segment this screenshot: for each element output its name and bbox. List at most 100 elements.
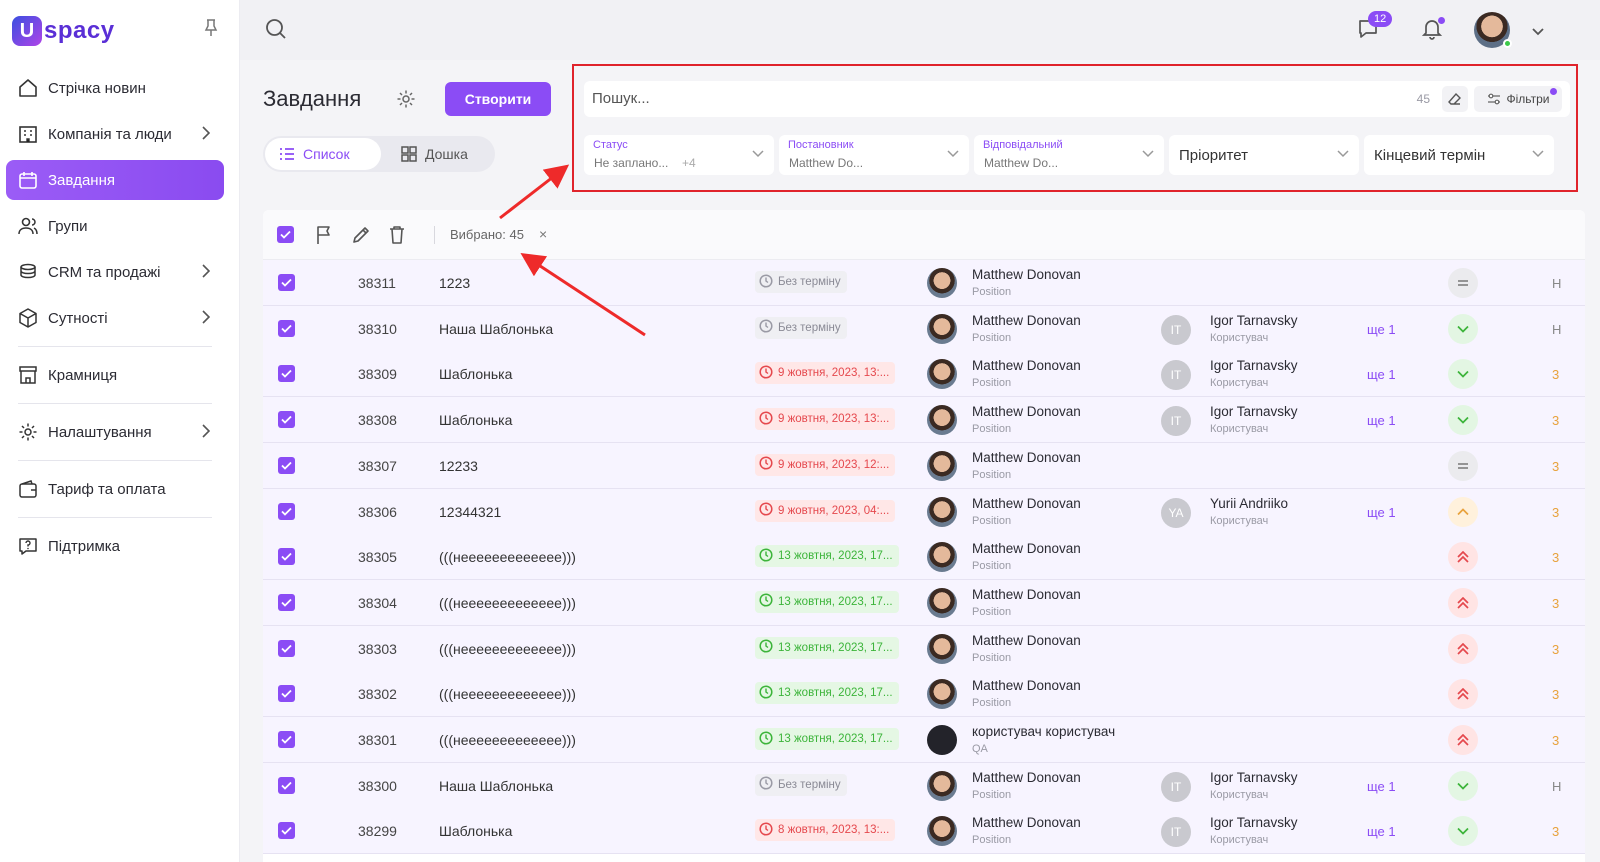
filters-button[interactable]: Фільтри (1474, 86, 1562, 112)
sidebar-item-2[interactable]: Завдання (6, 160, 224, 200)
responsible-name[interactable]: Igor Tarnavsky (1210, 358, 1298, 373)
table-row[interactable]: 38309 Шаблонька 9 жовтня, 2023, 13:... Matt… (263, 351, 1585, 398)
responsible-name[interactable]: Igor Tarnavsky (1210, 815, 1298, 830)
sidebar-item-1[interactable]: Компанія та люди (6, 114, 224, 154)
row-checkbox[interactable] (278, 593, 295, 611)
creator-name[interactable]: Matthew Donovan (972, 633, 1081, 648)
creator-avatar[interactable] (927, 725, 957, 755)
responsible-name[interactable]: Igor Tarnavsky (1210, 404, 1298, 419)
creator-avatar[interactable] (927, 816, 957, 847)
responsible-avatar[interactable]: IT (1161, 771, 1191, 802)
responsible-name[interactable]: Yurii Andriiko (1210, 496, 1288, 511)
row-checkbox[interactable] (278, 822, 295, 840)
table-row[interactable]: 38311 1223 Без терміну Matthew Donovan Posit… (263, 260, 1585, 306)
responsible-avatar[interactable]: YA (1161, 497, 1191, 528)
row-checkbox[interactable] (278, 639, 295, 657)
task-name[interactable]: (((неееееееееееее))) (439, 641, 576, 657)
priority-high-icon[interactable] (1448, 679, 1478, 710)
task-name[interactable]: Шаблонька (439, 823, 512, 839)
creator-name[interactable]: Matthew Donovan (972, 541, 1081, 556)
row-checkbox[interactable] (278, 411, 295, 429)
creator-avatar[interactable] (927, 405, 957, 436)
creator-filter[interactable]: Постановник Matthew Do... (779, 135, 969, 175)
creator-name[interactable]: Matthew Donovan (972, 496, 1081, 511)
task-name[interactable]: Шаблонька (439, 366, 512, 382)
priority-low-icon[interactable] (1448, 359, 1478, 390)
sidebar-item-8[interactable]: Тариф та оплата (6, 469, 224, 509)
more-responsible-link[interactable]: ще 1 (1367, 824, 1396, 839)
status-filter[interactable]: Статус Не заплано... +4 (584, 135, 774, 175)
row-checkbox[interactable] (278, 776, 295, 794)
table-row[interactable]: 38306 12344321 9 жовтня, 2023, 04:... Matth… (263, 488, 1585, 535)
settings-gear-icon[interactable] (396, 89, 416, 114)
task-name[interactable]: 12344321 (439, 504, 501, 520)
more-responsible-link[interactable]: ще 1 (1367, 779, 1396, 794)
table-row[interactable]: 38305 (((неееееееееееее))) 13 жовтня, 2023… (263, 534, 1585, 581)
more-responsible-link[interactable]: ще 1 (1367, 367, 1396, 382)
priority-low-icon[interactable] (1448, 313, 1478, 344)
more-responsible-link[interactable]: ще 1 (1367, 505, 1396, 520)
creator-name[interactable]: Matthew Donovan (972, 587, 1081, 602)
responsible-filter[interactable]: Відповідальний Matthew Do... (974, 135, 1164, 175)
sidebar-item-7[interactable]: Налаштування (6, 412, 224, 452)
table-row[interactable]: 38302 (((неееееееееееее))) 13 жовтня, 2023… (263, 671, 1585, 718)
responsible-avatar[interactable]: IT (1161, 360, 1191, 391)
select-all-checkbox[interactable] (277, 226, 294, 243)
row-checkbox[interactable] (278, 274, 295, 291)
table-row[interactable]: 38301 (((неееееееееееее))) 13 жовтня, 2023… (263, 717, 1585, 763)
search-input[interactable]: Пошук... 45 Фільтри (584, 81, 1570, 117)
task-name[interactable]: (((неееееееееееее))) (439, 686, 576, 702)
task-name[interactable]: Шаблонька (439, 412, 512, 428)
search-icon[interactable] (265, 18, 287, 45)
task-name[interactable]: Наша Шаблонька (439, 321, 553, 337)
priority-filter[interactable]: Пріоритет (1169, 135, 1359, 175)
row-checkbox[interactable] (278, 548, 295, 566)
priority-high-icon[interactable] (1448, 725, 1478, 755)
priority-high-icon[interactable] (1448, 587, 1478, 618)
creator-name[interactable]: Matthew Donovan (972, 770, 1081, 785)
creator-avatar[interactable] (927, 542, 957, 573)
table-row[interactable]: 38310 Наша Шаблонька Без терміну Matthew Do… (263, 305, 1585, 352)
priority-high-icon[interactable] (1448, 542, 1478, 573)
sidebar-item-5[interactable]: Сутності (6, 298, 224, 338)
more-responsible-link[interactable]: ще 1 (1367, 413, 1396, 428)
task-name[interactable]: Наша Шаблонька (439, 778, 553, 794)
creator-name[interactable]: Matthew Donovan (972, 815, 1081, 830)
table-row[interactable]: 38299 Шаблонька 8 жовтня, 2023, 13:... Matt… (263, 808, 1585, 855)
view-board-button[interactable]: Дошка (387, 138, 491, 170)
trash-icon[interactable] (388, 225, 406, 250)
responsible-avatar[interactable]: IT (1161, 314, 1191, 345)
responsible-avatar[interactable]: IT (1161, 406, 1191, 437)
table-row[interactable]: 38300 Наша Шаблонька Без терміну Matthew Do… (263, 762, 1585, 809)
clear-search-button[interactable] (1442, 86, 1468, 112)
task-name[interactable]: (((неееееееееееее))) (439, 549, 576, 565)
responsible-avatar[interactable]: IT (1161, 817, 1191, 848)
priority-low-icon[interactable] (1448, 405, 1478, 436)
view-list-button[interactable]: Список (265, 138, 381, 170)
responsible-name[interactable]: Igor Tarnavsky (1210, 313, 1298, 328)
creator-avatar[interactable] (927, 359, 957, 390)
priority-eq-icon[interactable] (1448, 268, 1478, 298)
clear-selection-button[interactable]: × (539, 226, 547, 242)
creator-avatar[interactable] (927, 770, 957, 801)
sidebar-item-0[interactable]: Стрічка новин (6, 68, 224, 108)
creator-name[interactable]: користувач користувач (972, 724, 1115, 739)
flag-icon[interactable] (315, 225, 333, 250)
sidebar-item-6[interactable]: Крамниця (6, 355, 224, 395)
creator-name[interactable]: Matthew Donovan (972, 267, 1081, 282)
creator-avatar[interactable] (927, 633, 957, 664)
creator-name[interactable]: Matthew Donovan (972, 450, 1081, 465)
priority-low-icon[interactable] (1448, 816, 1478, 847)
creator-avatar[interactable] (927, 313, 957, 344)
edit-icon[interactable] (351, 225, 371, 250)
row-checkbox[interactable] (278, 456, 295, 474)
creator-avatar[interactable] (927, 679, 957, 710)
row-checkbox[interactable] (278, 685, 295, 703)
creator-name[interactable]: Matthew Donovan (972, 313, 1081, 328)
creator-avatar[interactable] (927, 268, 957, 298)
sidebar-item-9[interactable]: Підтримка (6, 526, 224, 566)
creator-name[interactable]: Matthew Donovan (972, 358, 1081, 373)
logo[interactable]: U spacy (12, 14, 115, 48)
task-name[interactable]: 1223 (439, 275, 470, 291)
create-button[interactable]: Створити (445, 82, 551, 116)
